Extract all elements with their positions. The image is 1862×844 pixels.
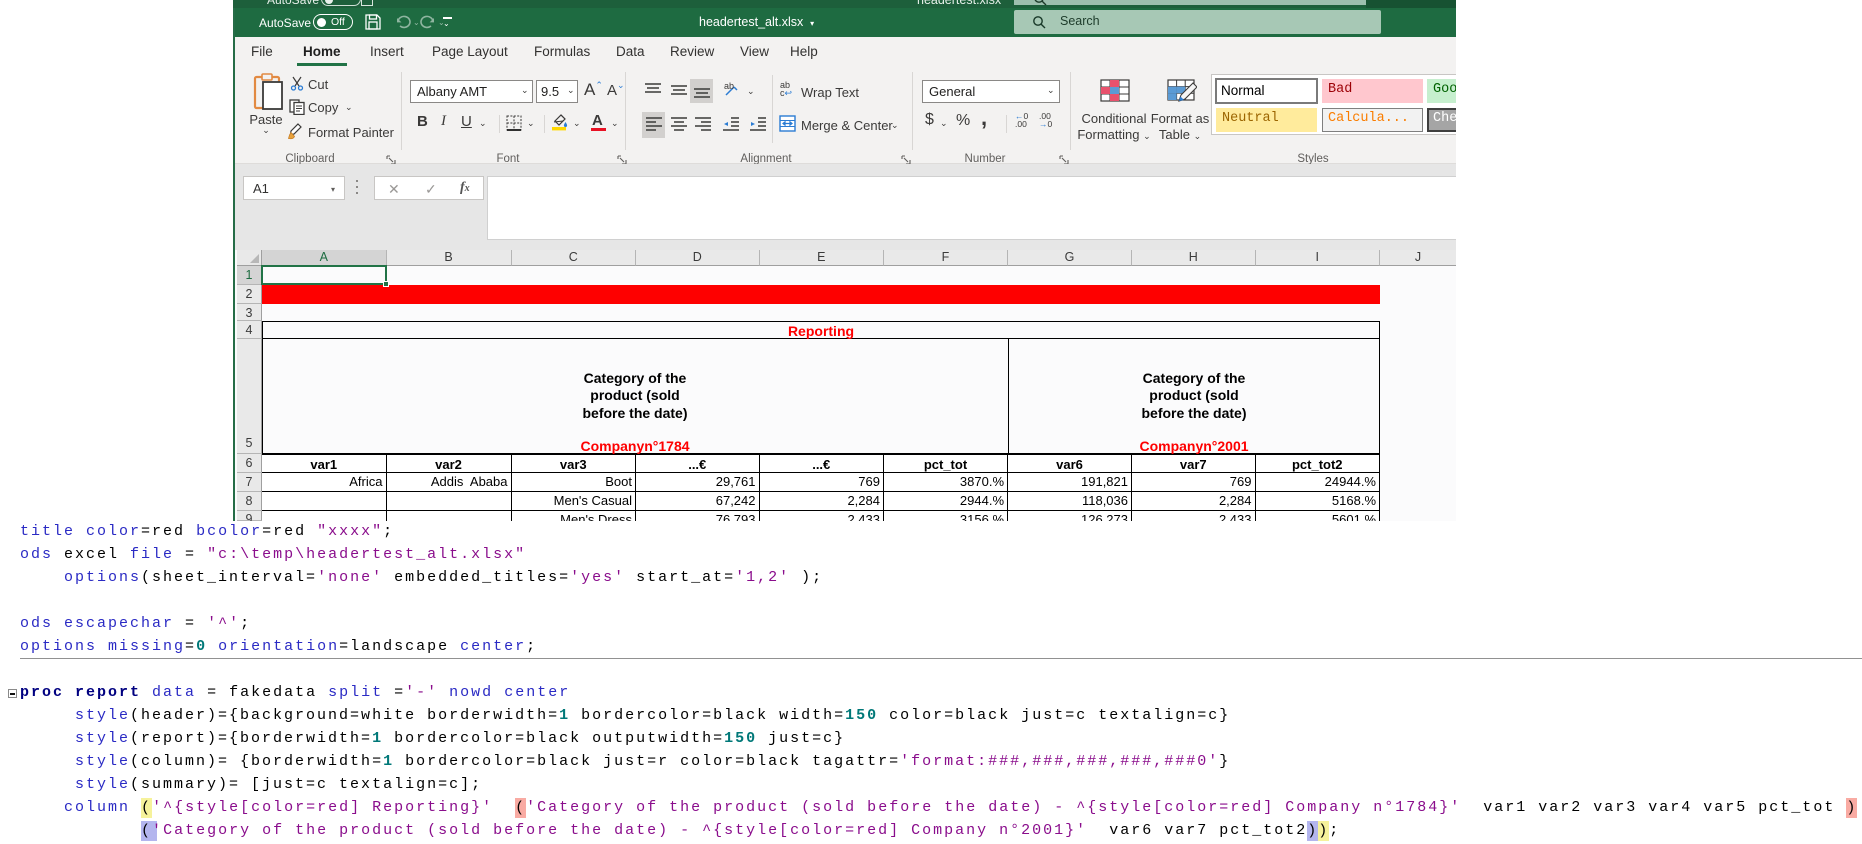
svg-text:ab: ab xyxy=(724,81,734,91)
